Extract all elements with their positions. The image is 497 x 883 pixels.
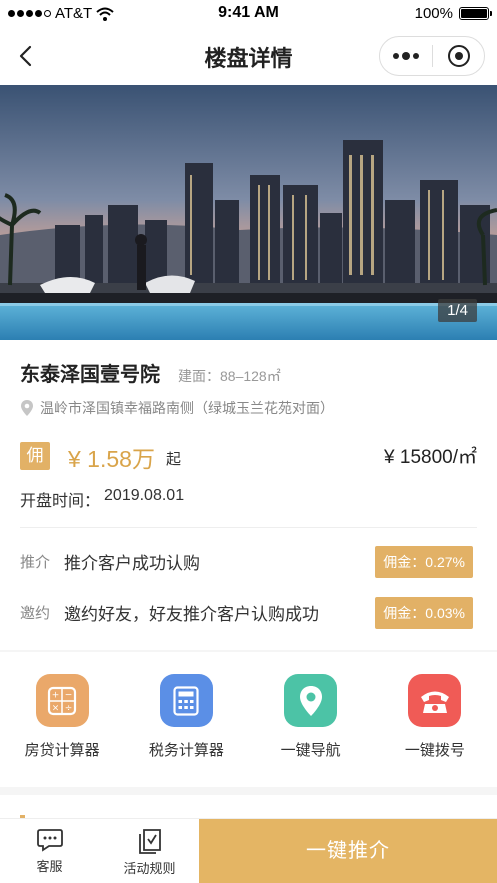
unit-price: ¥ 15800/㎡ bbox=[384, 447, 477, 468]
commission-pill: 佣金：0.03% bbox=[375, 597, 473, 629]
tool-navigation[interactable]: 一键导航 bbox=[249, 652, 373, 787]
reward-row-referral: 推介 推介客户成功认购 佣金：0.27% bbox=[20, 546, 477, 578]
status-bar: AT&T 9:41 AM 100% bbox=[0, 0, 497, 28]
reward-tag: 邀约 bbox=[20, 605, 51, 622]
tool-label: 房贷计算器 bbox=[24, 742, 100, 759]
open-date-label: 开盘时间： bbox=[20, 493, 101, 510]
one-click-referral-button[interactable]: 一键推介 bbox=[199, 819, 497, 883]
tool-label: 一键导航 bbox=[280, 742, 341, 759]
tool-label: 一键拨号 bbox=[404, 742, 465, 759]
calculator-icon: + − × ÷ bbox=[35, 674, 89, 727]
chat-icon bbox=[36, 829, 63, 852]
svg-text:−: − bbox=[65, 690, 73, 700]
commission-pill: 佣金：0.27% bbox=[375, 546, 473, 578]
tool-tax-calculator[interactable]: 税务计算器 bbox=[124, 652, 248, 787]
more-dots-icon[interactable] bbox=[380, 52, 432, 60]
commission-badge: 佣 bbox=[20, 442, 50, 470]
bottom-action-bar: 客服 活动规则 一键推介 bbox=[0, 818, 497, 883]
customer-service-label: 客服 bbox=[36, 859, 63, 874]
property-area: 建面：88–128㎡ bbox=[178, 368, 281, 384]
city-skyline-photo bbox=[0, 85, 497, 340]
activity-rules-button[interactable]: 活动规则 bbox=[100, 819, 199, 883]
battery-percent: 100% bbox=[414, 5, 453, 22]
price-row: 佣 ¥ 1.58万 起 ¥ 15800/㎡ bbox=[20, 440, 477, 472]
tool-mortgage-calculator[interactable]: + − × ÷ 房贷计算器 bbox=[0, 652, 124, 787]
tool-label: 税务计算器 bbox=[148, 742, 224, 759]
location-icon bbox=[21, 400, 33, 416]
title-row: 东泰泽国壹号院 建面：88–128㎡ bbox=[20, 358, 281, 387]
property-address: 温岭市泽国镇幸福路南侧（绿城玉兰花苑对面） bbox=[40, 400, 334, 416]
svg-text:+: + bbox=[52, 690, 60, 700]
reward-description: 推介客户成功认购 bbox=[64, 554, 200, 573]
address-row[interactable]: 温岭市泽国镇幸福路南侧（绿城玉兰花苑对面） bbox=[20, 398, 334, 418]
total-price: ¥ 1.58万 bbox=[68, 446, 155, 472]
property-name: 东泰泽国壹号院 bbox=[20, 364, 160, 386]
tool-dial[interactable]: 一键拨号 bbox=[373, 652, 497, 787]
nav-bar: 楼盘详情 bbox=[0, 28, 497, 85]
close-target-icon[interactable] bbox=[433, 45, 484, 67]
price-from-label: 起 bbox=[166, 451, 182, 468]
mini-program-capsule bbox=[379, 36, 485, 76]
reward-description: 邀约好友，好友推介客户认购成功 bbox=[64, 605, 319, 624]
customer-service-button[interactable]: 客服 bbox=[0, 819, 99, 883]
tools-grid: + − × ÷ 房贷计算器 税务计算器 一键导航 一键拨号 bbox=[0, 652, 497, 787]
open-date-value: 2019.08.01 bbox=[104, 487, 185, 504]
phone-icon bbox=[408, 674, 462, 727]
reward-row-invite: 邀约 邀约好友，好友推介客户认购成功 佣金：0.03% bbox=[20, 597, 477, 629]
image-counter: 1/4 bbox=[438, 299, 477, 322]
svg-text:÷: ÷ bbox=[65, 703, 73, 713]
activity-rules-label: 活动规则 bbox=[123, 861, 176, 876]
location-pin-icon bbox=[284, 674, 338, 727]
svg-text:×: × bbox=[52, 703, 60, 713]
reward-tag: 推介 bbox=[20, 554, 51, 571]
open-date-row: 开盘时间： 2019.08.01 bbox=[20, 487, 184, 511]
property-info-card: 东泰泽国壹号院 建面：88–128㎡ 温岭市泽国镇幸福路南侧（绿城玉兰花苑对面）… bbox=[0, 340, 497, 650]
battery-icon bbox=[459, 7, 492, 20]
tax-calculator-icon bbox=[159, 674, 213, 727]
rules-doc-icon bbox=[138, 829, 161, 854]
battery-group: 100% bbox=[414, 5, 492, 22]
divider bbox=[20, 527, 477, 528]
hero-image[interactable]: 1/4 bbox=[0, 85, 497, 340]
